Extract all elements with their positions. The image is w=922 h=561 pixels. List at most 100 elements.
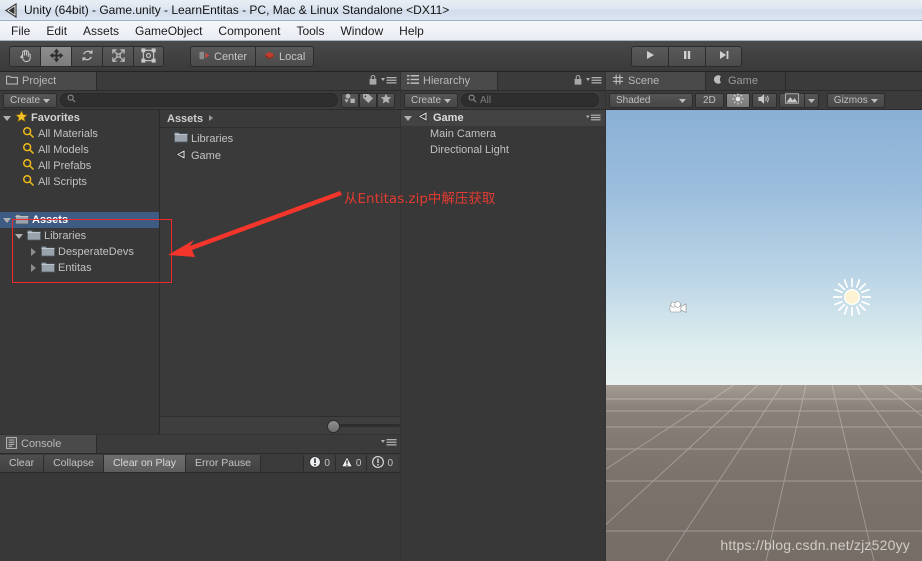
lock-icon[interactable] [573,74,583,89]
favorite-label: All Prefabs [38,160,92,172]
favorite-all-materials[interactable]: All Materials [0,126,159,142]
effects-dropdown[interactable] [803,92,819,108]
tree-item-assets[interactable]: Assets [0,212,159,228]
chevron-down-icon [3,216,12,225]
directional-light-gizmo[interactable] [832,277,872,320]
menu-assets[interactable]: Assets [76,22,126,40]
tab-game[interactable]: Game [706,72,786,90]
step-button[interactable] [705,46,742,67]
play-button[interactable] [631,46,668,67]
rotate-tool-button[interactable] [71,46,102,67]
scene-viewport[interactable]: https://blog.csdn.net/zjz520yy [606,110,922,561]
pivot-mode-label: Center [214,50,248,63]
tab-hierarchy[interactable]: Hierarchy [401,72,498,90]
lighting-toggle[interactable] [725,92,750,108]
hierarchy-item-directional-light[interactable]: Directional Light [401,142,605,158]
camera-gizmo[interactable] [668,300,690,319]
breadcrumb-label[interactable]: Assets [167,113,203,125]
hierarchy-create-button[interactable]: Create [404,92,459,108]
menu-edit[interactable]: Edit [39,22,74,40]
favorite-all-scripts[interactable]: All Scripts [0,174,159,190]
pivot-rotation-button[interactable]: Local [255,46,315,67]
favorites-filter-button[interactable] [377,92,395,108]
project-create-button[interactable]: Create [3,92,58,108]
hierarchy-item-label: Directional Light [430,144,509,156]
tab-game-label: Game [728,75,758,87]
move-tool-button[interactable] [40,46,71,67]
collapse-label: Collapse [53,457,94,469]
console-log-area[interactable] [0,473,400,561]
favorites-header[interactable]: Favorites [0,110,159,126]
favorite-label: All Materials [38,128,98,140]
folder-icon [174,131,188,146]
tab-hierarchy-label: Hierarchy [423,75,471,87]
collapse-button[interactable]: Collapse [44,454,104,472]
title-bar: Unity (64bit) - Game.unity - LearnEntita… [0,0,922,21]
error-icon [309,455,322,471]
hierarchy-toolbar: Create All [401,91,605,110]
menu-tools[interactable]: Tools [289,22,331,40]
panel-menu-icon[interactable] [381,75,397,88]
favorite-all-prefabs[interactable]: All Prefabs [0,158,159,174]
folder-icon [27,229,41,244]
scale-tool-button[interactable] [102,46,133,67]
console-panel: Console Clear Collapse Clear on Play Err… [0,435,400,561]
project-tab-row: Project [0,72,400,91]
tree-item-label: Assets [32,214,69,226]
clear-on-play-button[interactable]: Clear on Play [103,454,186,472]
gizmos-dropdown[interactable]: Gizmos [826,92,885,108]
tree-item-label: DesperateDevs [58,246,134,258]
clear-button[interactable]: Clear [0,454,45,472]
filter-by-type-button[interactable] [341,92,359,108]
search-icon [22,142,35,158]
error-count-value: 0 [324,457,330,469]
panel-menu-icon[interactable] [381,437,397,450]
info-count-value: 0 [387,457,393,469]
search-icon [67,94,76,106]
favorite-all-models[interactable]: All Models [0,142,159,158]
hand-tool-button[interactable] [9,46,40,67]
scene-menu-icon[interactable] [586,113,601,125]
asset-item-libraries[interactable]: Libraries [160,130,400,147]
tree-item-libraries[interactable]: Libraries [0,228,159,244]
pivot-mode-button[interactable]: Center [190,46,256,67]
favorite-star-icon [15,110,28,126]
asset-zoom-slider-knob[interactable] [327,420,340,433]
lock-icon[interactable] [368,74,378,89]
menu-file[interactable]: File [4,22,37,40]
game-moon-icon [712,74,724,88]
draw-mode-dropdown[interactable]: Shaded [609,92,693,108]
hierarchy-scene-row[interactable]: Game [401,110,605,126]
view-2d-toggle[interactable]: 2D [695,92,724,108]
pause-button[interactable] [668,46,705,67]
hierarchy-scene-label: Game [433,112,464,124]
unity-logo-icon [3,2,20,19]
tab-scene[interactable]: Scene [606,72,706,90]
asset-item-game[interactable]: Game [160,147,400,164]
hierarchy-icon [407,74,419,88]
menu-component[interactable]: Component [211,22,287,40]
effects-image-icon [784,93,799,107]
hierarchy-item-main-camera[interactable]: Main Camera [401,126,605,142]
info-count[interactable]: 0 [366,455,398,471]
panel-menu-icon[interactable] [586,75,602,88]
project-search-input[interactable] [60,93,338,107]
menu-gameobject[interactable]: GameObject [128,22,209,40]
audio-toggle[interactable] [751,92,777,108]
warning-count[interactable]: 0 [334,455,367,471]
asset-zoom-slider-track[interactable] [330,424,400,427]
folder-icon [41,261,55,276]
tab-project[interactable]: Project [0,72,97,90]
menu-window[interactable]: Window [333,22,390,40]
effects-toggle[interactable] [778,92,805,108]
tree-item-desperatedevs[interactable]: DesperateDevs [0,244,159,260]
folder-icon [15,213,29,228]
tab-console[interactable]: Console [0,435,97,453]
filter-by-label-button[interactable] [359,92,377,108]
error-pause-button[interactable]: Error Pause [185,454,262,472]
hierarchy-search-input[interactable]: All [461,93,599,107]
error-count[interactable]: 0 [303,455,335,471]
rect-tool-button[interactable] [133,46,164,67]
menu-help[interactable]: Help [392,22,431,40]
tree-item-entitas[interactable]: Entitas [0,260,159,276]
